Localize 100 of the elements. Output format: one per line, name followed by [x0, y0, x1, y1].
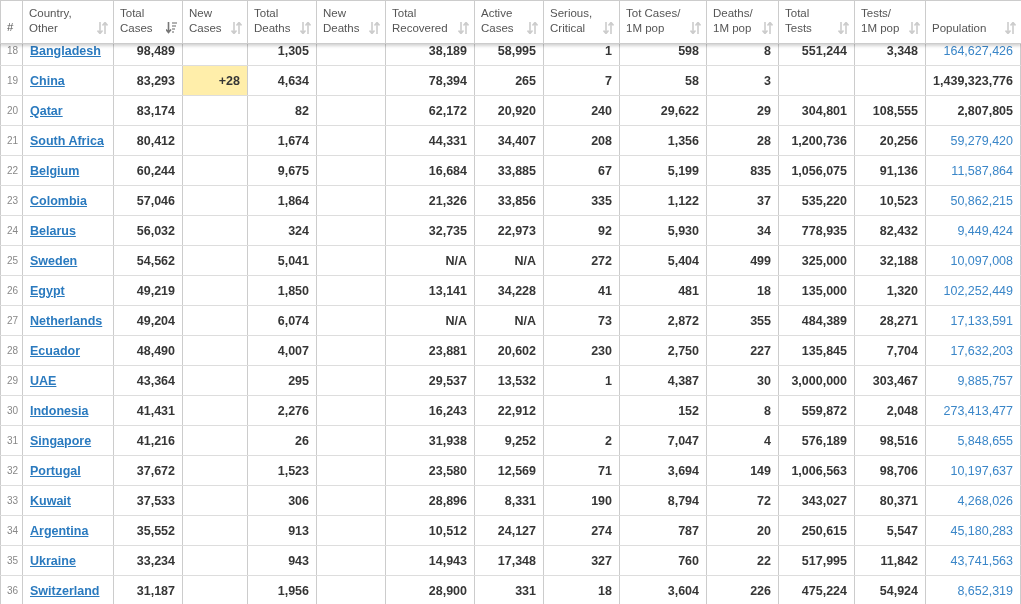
country-link[interactable]: Switzerland [30, 583, 100, 598]
column-header[interactable]: Total Tests [785, 6, 812, 36]
table-cell: 1,320 [886, 283, 918, 298]
sort-icon[interactable] [166, 22, 177, 34]
country-link[interactable]: South Africa [30, 133, 104, 148]
column-header[interactable]: Country, Other [29, 6, 72, 36]
table-cell: 1,200,736 [791, 133, 847, 148]
table-cell: 33,885 [497, 163, 536, 178]
table-cell: 4 [764, 433, 771, 448]
country-link[interactable]: Sweden [30, 253, 78, 268]
column-header[interactable]: Population [932, 21, 987, 36]
column-header[interactable]: New Deaths [323, 6, 360, 36]
table-cell: 484,389 [801, 313, 847, 328]
population-link[interactable]: 9,885,757 [957, 373, 1013, 388]
table-cell: 56,032 [136, 223, 175, 238]
population-link[interactable]: 8,652,319 [957, 583, 1013, 598]
table-cell: 135,000 [801, 283, 847, 298]
population-link[interactable]: 17,632,203 [950, 343, 1013, 358]
table-cell: N/A [445, 313, 467, 328]
column-header[interactable]: Total Deaths [254, 6, 291, 36]
column-header[interactable]: Tests/ 1M pop [861, 6, 900, 36]
population-link[interactable]: 59,279,420 [950, 133, 1013, 148]
population-link[interactable]: 9,449,424 [957, 223, 1013, 238]
table-cell: 16,684 [428, 163, 467, 178]
table-cell: 274 [591, 523, 612, 538]
table-cell: 17,348 [497, 553, 536, 568]
table-cell: 92 [598, 223, 612, 238]
table-cell: 303,467 [872, 373, 918, 388]
country-link[interactable]: Qatar [30, 103, 63, 118]
table-cell: 72 [757, 493, 771, 508]
country-link[interactable]: Indonesia [30, 403, 89, 418]
table-cell: 71 [598, 463, 612, 478]
population-value: 1,439,323,776 [933, 73, 1013, 88]
population-link[interactable]: 45,180,283 [950, 523, 1013, 538]
table-cell: 7 [605, 73, 612, 88]
country-link[interactable]: Belgium [30, 163, 80, 178]
table-cell: 304,801 [801, 103, 847, 118]
row-number: 21 [7, 135, 19, 146]
table-cell: 324 [288, 223, 309, 238]
country-link[interactable]: Netherlands [30, 313, 103, 328]
table-cell: 7,047 [667, 433, 699, 448]
table-cell: 20,602 [497, 343, 536, 358]
country-link[interactable]: Belarus [30, 223, 76, 238]
row-number: 28 [7, 345, 19, 356]
table-cell: 34,228 [497, 283, 536, 298]
table-cell: 7,704 [886, 343, 918, 358]
table-cell: 1,864 [277, 193, 309, 208]
column-header[interactable]: Total Recovered [392, 6, 448, 36]
population-link[interactable]: 102,252,449 [943, 283, 1013, 298]
column-header[interactable]: Serious, Critical [550, 6, 593, 36]
column-header[interactable]: Active Cases [481, 6, 514, 36]
table-cell: 98,516 [879, 433, 918, 448]
country-link[interactable]: China [30, 73, 65, 88]
table-cell: 190 [591, 493, 612, 508]
table-cell: 481 [678, 283, 699, 298]
population-link[interactable]: 50,862,215 [950, 193, 1013, 208]
column-header[interactable]: Deaths/ 1M pop [713, 6, 753, 36]
population-link[interactable]: 11,587,864 [951, 163, 1013, 178]
table-cell: 73 [598, 313, 612, 328]
country-link[interactable]: Kuwait [30, 493, 71, 508]
population-link[interactable]: 164,627,426 [943, 44, 1013, 58]
country-link[interactable]: Colombia [30, 193, 87, 208]
table-cell: 49,204 [136, 313, 175, 328]
table-cell: 30 [757, 373, 771, 388]
table-cell: +28 [218, 73, 240, 88]
column-header[interactable]: New Cases [189, 6, 222, 36]
table-cell: 41,431 [136, 403, 175, 418]
table-cell: 82,432 [879, 223, 918, 238]
country-link[interactable]: Egypt [30, 283, 65, 298]
population-link[interactable]: 10,197,637 [950, 463, 1013, 478]
population-link[interactable]: 10,097,008 [950, 253, 1013, 268]
country-link[interactable]: Singapore [30, 433, 92, 448]
table-cell: 913 [288, 523, 309, 538]
country-link[interactable]: Ecuador [30, 343, 80, 358]
country-link[interactable]: Argentina [30, 523, 89, 538]
country-link[interactable]: Ukraine [30, 553, 76, 568]
table-cell: 13,141 [428, 283, 467, 298]
row-number: 20 [7, 105, 19, 116]
table-cell: 2 [605, 433, 612, 448]
population-link[interactable]: 17,133,591 [950, 313, 1013, 328]
table-cell: 1,122 [667, 193, 699, 208]
country-link[interactable]: Bangladesh [30, 44, 101, 58]
table-cell: 335 [591, 193, 612, 208]
row-number: 27 [7, 315, 19, 326]
column-header[interactable]: Tot Cases/ 1M pop [626, 6, 681, 36]
column-header[interactable]: Total Cases [120, 6, 153, 36]
table-cell: 265 [515, 73, 536, 88]
table-cell: 250,615 [801, 523, 847, 538]
table-cell: 82 [295, 103, 309, 118]
population-link[interactable]: 5,848,655 [957, 433, 1013, 448]
table-cell: 8,331 [504, 493, 536, 508]
population-link[interactable]: 4,268,026 [957, 493, 1013, 508]
population-link[interactable]: 43,741,563 [950, 553, 1013, 568]
table-cell: 33,856 [497, 193, 536, 208]
country-link[interactable]: Portugal [30, 463, 81, 478]
table-cell: 29,537 [428, 373, 467, 388]
population-link[interactable]: 273,413,477 [943, 403, 1013, 418]
table-cell: 28,896 [428, 493, 467, 508]
table-cell: 16,243 [428, 403, 467, 418]
country-link[interactable]: UAE [30, 373, 57, 388]
